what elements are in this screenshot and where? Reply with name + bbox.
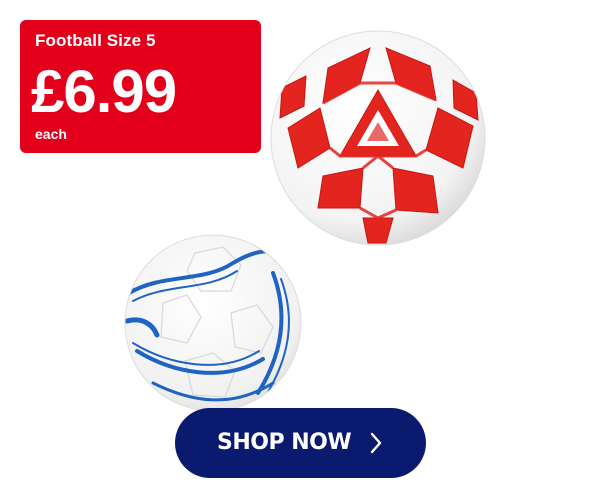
red-football-image (270, 30, 486, 246)
product-price: £6.99 (31, 58, 177, 125)
chevron-right-icon (370, 432, 382, 454)
product-name: Football Size 5 (35, 31, 156, 50)
shop-now-label: SHOP NOW (217, 430, 352, 455)
price-unit: each (35, 126, 67, 142)
shop-now-button[interactable]: SHOP NOW (175, 408, 426, 478)
price-badge: Football Size 5 £6.99 each (20, 20, 261, 153)
promo-banner: Football Size 5 £6.99 each SHOP NOW (0, 0, 600, 500)
blue-football-image (124, 234, 302, 412)
